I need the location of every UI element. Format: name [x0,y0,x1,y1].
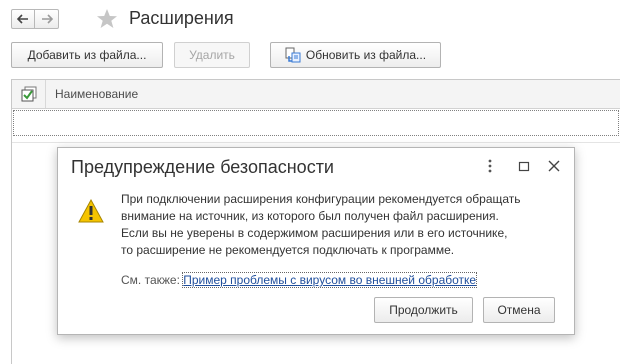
dialog-message: При подключении расширения конфигурации … [121,191,561,259]
table-header: Наименование [12,80,620,109]
maximize-icon[interactable] [517,158,531,174]
delete-button[interactable]: Удалить [174,42,250,68]
check-column-icon[interactable] [21,86,37,102]
message-line: то расширение не рекомендуется подключат… [121,243,455,257]
star-icon[interactable] [96,8,118,30]
dialog-title: Предупреждение безопасности [71,157,334,177]
message-line: внимание на источник, из которого был по… [121,209,499,223]
update-from-file-button[interactable]: Обновить из файла... [270,42,441,68]
continue-button[interactable]: Продолжить [374,297,473,323]
column-header-name[interactable]: Наименование [55,87,138,101]
more-options-icon[interactable] [486,158,494,174]
message-line: Если вы не уверены в содержимом расширен… [121,226,508,240]
update-from-file-label: Обновить из файла... [305,48,427,62]
add-from-file-button[interactable]: Добавить из файла... [11,42,163,68]
message-line: При подключении расширения конфигурации … [121,192,521,206]
arrow-right-icon [41,14,53,24]
forward-button[interactable] [35,9,59,29]
row-divider [12,142,620,143]
refresh-file-icon [285,47,301,63]
warning-icon [78,199,104,223]
column-separator [45,80,46,108]
arrow-left-icon [17,14,28,24]
cancel-button[interactable]: Отмена [483,297,555,323]
back-button[interactable] [11,9,35,29]
see-also-row: См. также: Пример проблемы с вирусом во … [121,272,478,288]
table-row-focused[interactable] [13,110,619,136]
see-also-label: См. также: [121,273,180,287]
page-title: Расширения [129,8,234,28]
security-warning-dialog: Предупреждение безопасности При подключе… [57,147,575,335]
close-icon[interactable] [547,158,561,174]
virus-example-link[interactable]: Пример проблемы с вирусом во внешней обр… [182,272,478,288]
